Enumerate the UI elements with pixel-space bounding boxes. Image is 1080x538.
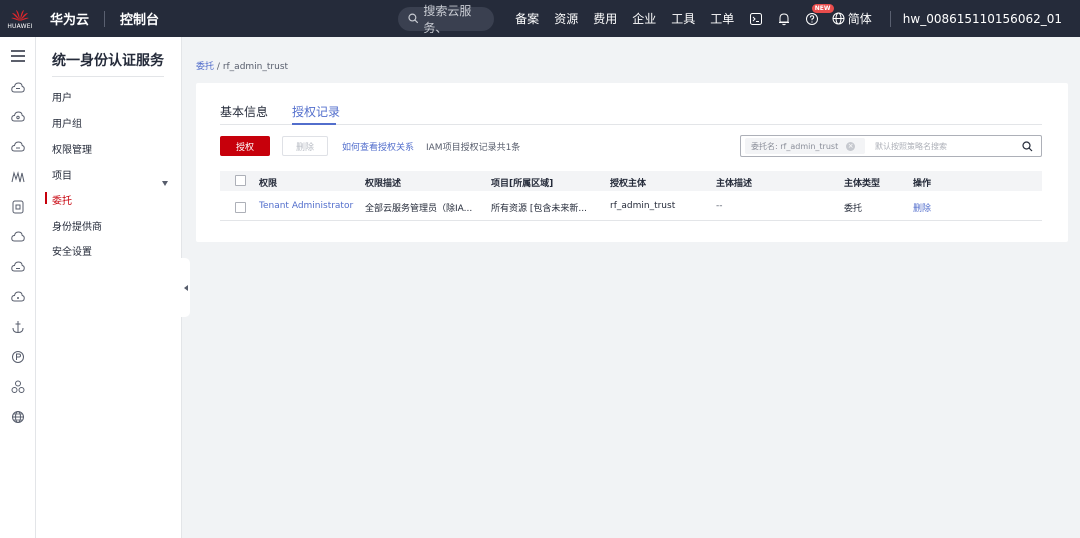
cloud-icon[interactable] xyxy=(9,108,27,126)
user-account[interactable]: hw_008615110156062_01 xyxy=(903,12,1062,26)
nav-tools[interactable]: 工具 xyxy=(671,10,695,27)
row-checkbox[interactable] xyxy=(235,202,246,213)
breadcrumb-agencies-link[interactable]: 委托 xyxy=(196,62,214,72)
service-nav: 统一身份认证服务 用户 用户组 权限管理 项目 委托 身份提供商 安全设置 xyxy=(36,37,182,538)
language-label: 简体 xyxy=(847,12,872,26)
service-icon-rail xyxy=(0,37,36,538)
brand-divider xyxy=(104,10,106,27)
col-principal-desc: 主体描述 xyxy=(716,179,753,189)
anchor-icon[interactable] xyxy=(9,318,27,336)
nav-billing[interactable]: 费用 xyxy=(593,10,617,27)
col-permission: 权限 xyxy=(259,179,278,189)
nav-item-permissions[interactable]: 权限管理 xyxy=(52,141,92,156)
col-principal-type: 主体类型 xyxy=(844,179,881,189)
collapse-nav-button[interactable] xyxy=(181,258,190,317)
col-description: 权限描述 xyxy=(365,179,402,189)
col-project: 项目[所属区域] xyxy=(491,179,554,189)
search-icon[interactable] xyxy=(1017,140,1037,152)
breadcrumb: 委托 / rf_admin_trust xyxy=(196,59,288,72)
project-scope: 所有资源 [包含未来新... xyxy=(491,204,587,214)
cloud-icon[interactable] xyxy=(9,288,27,306)
nav-item-projects[interactable]: 项目 xyxy=(52,167,72,182)
search-placeholder: 搜索云服务、 xyxy=(423,3,472,35)
network-icon[interactable] xyxy=(9,378,27,396)
principal-type: 委托 xyxy=(844,204,863,214)
service-title-divider xyxy=(52,76,164,77)
agency-detail-card: 基本信息 授权记录 授权 删除 如何查看授权关系 IAM项目授权记录共1条 委托… xyxy=(196,83,1068,242)
ma-icon[interactable] xyxy=(9,168,27,186)
col-principal: 授权主体 xyxy=(610,179,647,189)
p-badge-icon[interactable] xyxy=(9,348,27,366)
col-actions: 操作 xyxy=(913,179,932,189)
console-link[interactable]: 控制台 xyxy=(120,9,159,28)
policy-search-filter[interactable]: 委托名: rf_admin_trust × 默认按照策略名搜索 xyxy=(740,135,1042,157)
chevron-down-icon[interactable] xyxy=(162,181,168,186)
nav-tickets[interactable]: 工单 xyxy=(710,10,734,27)
topbar-divider xyxy=(889,10,891,27)
permission-link[interactable]: Tenant Administrator xyxy=(259,201,353,211)
search-placeholder[interactable]: 默认按照策略名搜索 xyxy=(875,141,1017,152)
breadcrumb-current: rf_admin_trust xyxy=(222,62,289,72)
nav-resources[interactable]: 资源 xyxy=(554,10,578,27)
filter-chip-agency[interactable]: 委托名: rf_admin_trust × xyxy=(745,138,865,154)
service-title: 统一身份认证服务 xyxy=(52,53,164,69)
huawei-flower-icon xyxy=(11,9,29,21)
caret-left-icon xyxy=(183,284,188,291)
nav-item-identity-providers[interactable]: 身份提供商 xyxy=(52,218,102,233)
bell-icon[interactable] xyxy=(776,11,792,27)
permission-description: 全部云服务管理员（除IA... xyxy=(365,204,473,214)
tab-divider xyxy=(220,124,1042,125)
globe-icon[interactable] xyxy=(9,408,27,426)
nav-filing[interactable]: 备案 xyxy=(515,10,539,27)
nav-item-user-groups[interactable]: 用户组 xyxy=(52,115,82,130)
record-count: IAM项目授权记录共1条 xyxy=(426,143,521,153)
tab-basic-info[interactable]: 基本信息 xyxy=(220,103,268,120)
clear-filter-icon[interactable]: × xyxy=(846,141,856,151)
huawei-logo[interactable]: HUAWEI xyxy=(0,0,40,37)
principal-name: rf_admin_trust xyxy=(610,201,676,211)
globe-icon xyxy=(832,12,845,25)
top-bar: HUAWEI 华为云 控制台 搜索云服务、 备案 资源 费用 企业 工具 工单 … xyxy=(0,0,1080,37)
logo-text: HUAWEI xyxy=(7,22,33,30)
cloud-icon[interactable] xyxy=(9,258,27,276)
breadcrumb-separator: / xyxy=(216,62,220,72)
active-indicator xyxy=(45,192,47,204)
authorize-button[interactable]: 授权 xyxy=(220,136,270,156)
language-switch[interactable]: 简体 xyxy=(832,10,872,27)
cloud-icon[interactable] xyxy=(9,79,27,97)
nav-enterprise[interactable]: 企业 xyxy=(632,10,656,27)
table-row: Tenant Administrator 全部云服务管理员（除IA... 所有资… xyxy=(220,195,1042,221)
principal-description: -- xyxy=(716,201,723,211)
new-badge: NEW xyxy=(811,3,834,13)
search-icon xyxy=(408,13,418,24)
help-icon[interactable]: NEW xyxy=(804,3,834,27)
service-search[interactable]: 搜索云服务、 xyxy=(397,4,494,35)
cloud-shell-icon[interactable] xyxy=(748,11,764,27)
nav-item-security-settings[interactable]: 安全设置 xyxy=(52,243,92,258)
delete-row-link[interactable]: 删除 xyxy=(913,201,931,214)
cloud-icon[interactable] xyxy=(9,228,27,246)
nav-item-agencies[interactable]: 委托 xyxy=(52,192,72,207)
filter-chip-label: 委托名: rf_admin_trust xyxy=(751,141,839,151)
view-authorization-help-link[interactable]: 如何查看授权关系 xyxy=(342,140,414,153)
tab-authorization-records[interactable]: 授权记录 xyxy=(292,103,340,120)
delete-button[interactable]: 删除 xyxy=(282,136,328,156)
document-icon[interactable] xyxy=(9,198,27,216)
menu-icon[interactable] xyxy=(9,47,27,65)
active-tab-underline xyxy=(292,123,336,125)
table-header: 权限 权限描述 项目[所属区域] 授权主体 主体描述 主体类型 操作 xyxy=(220,171,1042,191)
cloud-icon[interactable] xyxy=(9,138,27,156)
nav-item-users[interactable]: 用户 xyxy=(52,89,72,104)
select-all-checkbox[interactable] xyxy=(235,175,246,186)
brand-name[interactable]: 华为云 xyxy=(50,9,89,28)
